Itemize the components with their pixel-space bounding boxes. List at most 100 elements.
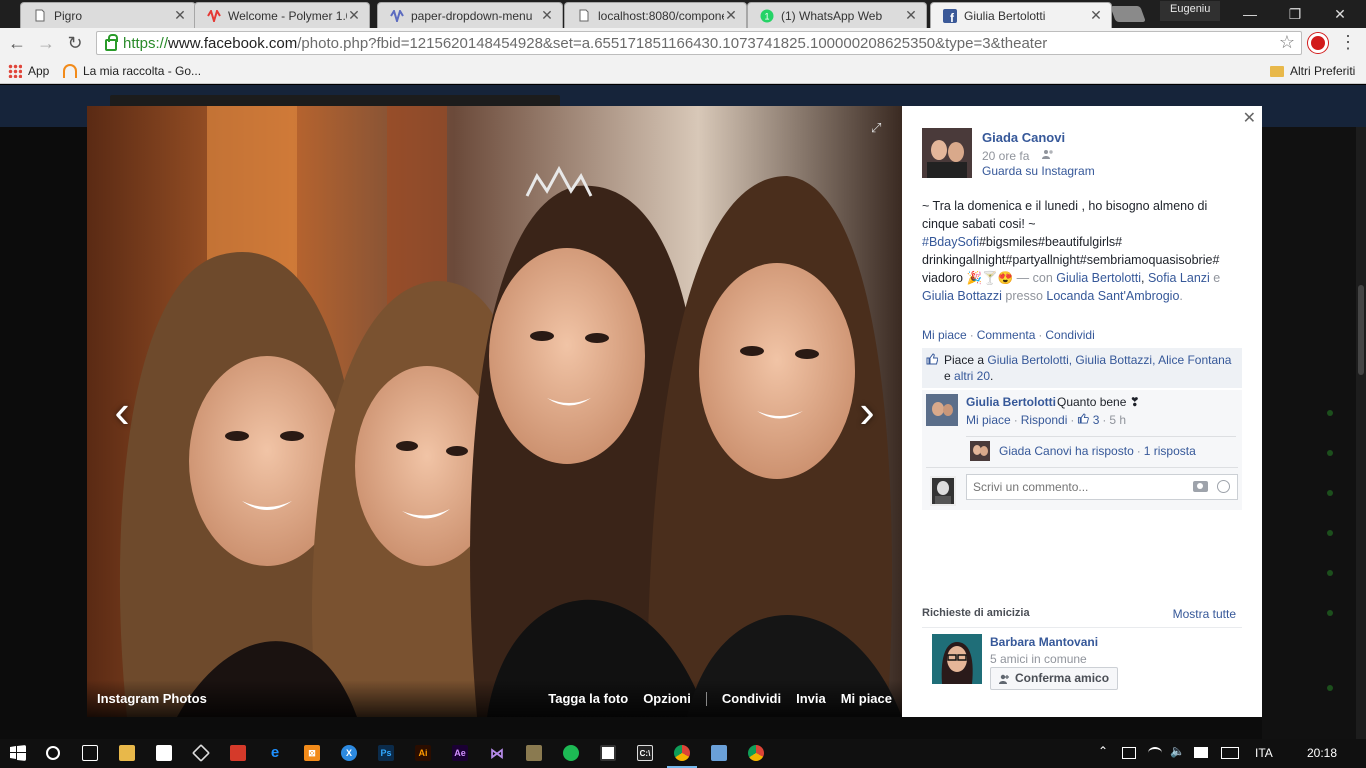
tab-facebook-active[interactable]: f Giulia Bertolotti ✕	[930, 2, 1112, 28]
comment-text: Quanto bene ❣	[1057, 395, 1140, 409]
author-name-link[interactable]: Giada Canovi	[982, 130, 1065, 145]
spotify-icon[interactable]	[563, 745, 579, 761]
new-tab-button[interactable]	[1110, 6, 1146, 22]
chrome-icon[interactable]	[674, 745, 690, 761]
tab-whatsapp[interactable]: 1 (1) WhatsApp Web ✕	[747, 2, 927, 28]
post-comment-link[interactable]: Commenta	[977, 328, 1036, 342]
tab-close-icon[interactable]: ✕	[173, 7, 187, 24]
bookmark-other-folder[interactable]: Altri Preferiti	[1270, 62, 1355, 80]
comment-like-link[interactable]: Mi piace	[966, 413, 1011, 427]
album-title-link[interactable]: Instagram Photos	[97, 691, 533, 706]
tab-paper-dropdown[interactable]: paper-dropdown-menu ✕	[377, 2, 563, 28]
tagged-friend-link[interactable]: Giulia Bottazzi	[922, 289, 1002, 303]
taskbar-clock[interactable]: 20:18	[1307, 746, 1337, 760]
calculator-icon[interactable]	[600, 745, 616, 761]
reload-icon[interactable]: ↻	[63, 32, 87, 56]
friends-audience-icon[interactable]	[1042, 149, 1054, 159]
back-arrow-icon[interactable]: ←	[5, 32, 29, 56]
tab-close-icon[interactable]: ✕	[1089, 7, 1103, 24]
like-button[interactable]: Mi piace	[841, 691, 892, 706]
tab-close-icon[interactable]: ✕	[904, 7, 918, 24]
task-view-icon[interactable]	[82, 745, 98, 761]
requester-name-link[interactable]: Barbara Mantovani	[990, 635, 1098, 649]
command-prompt-icon[interactable]: C:\	[637, 745, 653, 761]
after-effects-icon[interactable]: Ae	[452, 745, 468, 761]
tab-close-icon[interactable]: ✕	[724, 7, 738, 24]
tab-polymer-welcome[interactable]: Welcome - Polymer 1.0 ✕	[194, 2, 370, 28]
author-avatar[interactable]	[922, 128, 972, 178]
3d-app-icon[interactable]	[191, 743, 211, 763]
place-link[interactable]: Locanda Sant'Ambrogio	[1046, 289, 1179, 303]
minimize-icon[interactable]: —	[1235, 4, 1265, 24]
requester-avatar[interactable]	[932, 634, 982, 684]
wifi-icon[interactable]	[1148, 747, 1162, 759]
ruby-app-icon[interactable]	[230, 745, 246, 761]
keyboard-icon[interactable]	[1221, 747, 1239, 759]
visual-studio-icon[interactable]: ⋈	[489, 745, 505, 761]
commenter-avatar[interactable]	[926, 394, 958, 426]
tag-photo-button[interactable]: Tagga la foto	[548, 691, 628, 706]
notifications-icon[interactable]	[1194, 747, 1208, 758]
camera-icon[interactable]	[1193, 481, 1208, 492]
forward-arrow-icon[interactable]: →	[34, 32, 58, 56]
photoshop-icon[interactable]: Ps	[378, 745, 394, 761]
comment-time[interactable]: 5 h	[1109, 413, 1126, 427]
send-button[interactable]: Invia	[796, 691, 826, 706]
page-scrollbar[interactable]	[1356, 127, 1366, 739]
store-icon[interactable]	[156, 745, 172, 761]
tray-chevron-icon[interactable]: ⌃	[1098, 744, 1112, 758]
profile-button[interactable]: Eugeniu	[1160, 1, 1221, 21]
file-explorer-icon[interactable]	[119, 745, 135, 761]
mutual-friends-count[interactable]: 5 amici in comune	[990, 652, 1087, 666]
tab-close-icon[interactable]: ✕	[347, 7, 361, 24]
confirm-friend-button[interactable]: Conferma amico	[990, 667, 1119, 690]
bookmark-raccolta[interactable]: La mia raccolta - Go...	[63, 62, 201, 80]
notepad-icon[interactable]	[526, 745, 542, 761]
bookmark-star-icon[interactable]: ☆	[1279, 32, 1295, 53]
post-share-link[interactable]: Condividi	[1045, 328, 1094, 342]
menu-icon[interactable]: ⋮	[1338, 32, 1358, 54]
hashtag-link[interactable]: #BdaySofi	[922, 235, 979, 249]
fullscreen-icon[interactable]: ⤢	[871, 120, 881, 136]
see-all-requests-link[interactable]: Mostra tutte	[1173, 607, 1236, 621]
comment-reply-link[interactable]: Rispondi	[1021, 413, 1068, 427]
edge-browser-icon[interactable]: e	[267, 745, 283, 761]
illustrator-icon[interactable]: Ai	[415, 745, 431, 761]
share-button[interactable]: Condividi	[722, 691, 781, 706]
comment-like-count[interactable]: 3	[1077, 413, 1099, 427]
restore-icon[interactable]: ❐	[1280, 4, 1310, 24]
xampp-icon[interactable]: ⊠	[304, 745, 320, 761]
image-viewer-icon[interactable]	[711, 745, 727, 761]
tagged-friend-link[interactable]: Sofia Lanzi	[1148, 271, 1210, 285]
other-likers-link[interactable]: altri 20	[954, 369, 990, 383]
previous-photo-icon[interactable]: ‹	[107, 388, 137, 438]
next-photo-icon[interactable]: ›	[852, 388, 882, 438]
battery-icon[interactable]	[1122, 747, 1136, 759]
cortana-search-icon[interactable]	[46, 746, 60, 760]
tab-title: Giulia Bertolotti	[964, 8, 1046, 23]
bookmark-apps[interactable]: App	[8, 62, 49, 80]
instagram-source-link[interactable]: Guarda su Instagram	[982, 164, 1095, 178]
chrome-icon[interactable]	[748, 745, 764, 761]
tagged-friend-link[interactable]: Giulia Bertolotti	[1056, 271, 1141, 285]
volume-icon[interactable]: 🔈	[1170, 744, 1185, 758]
tab-close-icon[interactable]: ✕	[540, 7, 554, 24]
comment-thread: Giulia Bertolotti Quanto bene ❣ Mi piace…	[922, 390, 1242, 510]
x-app-icon[interactable]: X	[341, 745, 357, 761]
post-like-link[interactable]: Mi piace	[922, 328, 967, 342]
input-language[interactable]: ITA	[1255, 746, 1273, 760]
tab-pigro[interactable]: Pigro ✕	[20, 2, 196, 28]
likers-link[interactable]: Giulia Bertolotti, Giulia Bottazzi, Alic…	[987, 353, 1231, 367]
options-button[interactable]: Opzioni	[643, 691, 691, 706]
view-replies-link[interactable]: Giada Canovi ha risposto · 1 risposta	[999, 444, 1196, 458]
post-timestamp[interactable]: 20 ore fa	[982, 149, 1029, 163]
close-icon[interactable]: ✕	[1243, 108, 1256, 128]
windows-start-icon[interactable]	[10, 745, 26, 761]
address-bar[interactable]: https://www.facebook.com/photo.php?fbid=…	[96, 31, 1302, 55]
extension-icon[interactable]	[1308, 33, 1328, 53]
tab-localhost[interactable]: localhost:8080/compone ✕	[564, 2, 747, 28]
commenter-name-link[interactable]: Giulia Bertolotti	[966, 395, 1056, 409]
emoji-icon[interactable]	[1217, 480, 1230, 493]
page-scrollbar-thumb[interactable]	[1358, 285, 1364, 375]
close-window-icon[interactable]: ✕	[1325, 4, 1355, 24]
